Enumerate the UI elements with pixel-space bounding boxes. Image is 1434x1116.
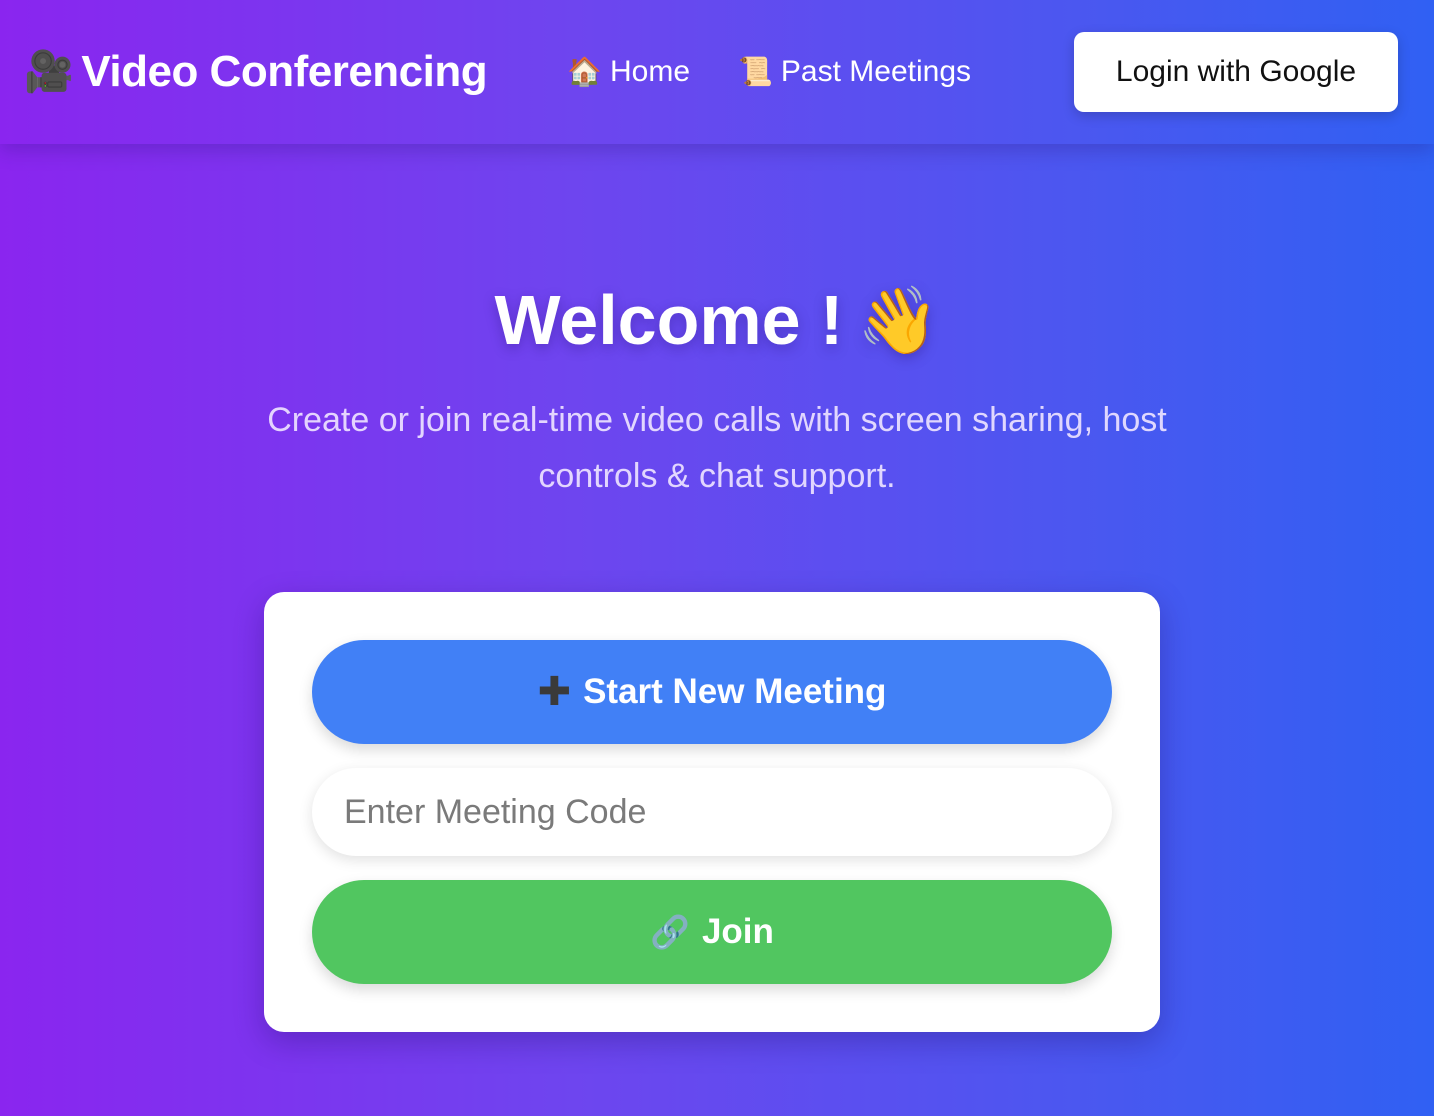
nav-link-home[interactable]: 🏠 Home: [567, 55, 690, 89]
login-with-google-button[interactable]: Login with Google: [1074, 32, 1398, 112]
waving-hand-icon: 👋: [857, 283, 940, 357]
top-navbar: 🎥 Video Conferencing 🏠 Home 📜 Past Meeti…: [0, 0, 1434, 144]
page-title: Welcome ! 👋: [495, 280, 940, 360]
link-icon: 🔗: [650, 914, 690, 950]
movie-camera-icon: 🎥: [24, 50, 74, 94]
brand-title: Video Conferencing: [81, 47, 488, 96]
scroll-icon: 📜: [738, 56, 773, 87]
hero-subtitle: Create or join real-time video calls wit…: [267, 401, 1167, 495]
start-new-meeting-label: Start New Meeting: [583, 672, 887, 711]
plus-icon: ✚: [537, 670, 572, 714]
house-icon: 🏠: [567, 56, 602, 87]
nav-link-past-meetings[interactable]: 📜 Past Meetings: [738, 55, 971, 89]
nav-links: 🏠 Home 📜 Past Meetings: [567, 55, 971, 89]
meeting-card: ✚ Start New Meeting 🔗 Join: [264, 592, 1160, 1032]
hero-section: Welcome ! 👋 Create or join real-time vid…: [0, 280, 1434, 504]
join-label: Join: [701, 912, 774, 951]
nav-link-past-meetings-label: Past Meetings: [780, 55, 971, 88]
start-new-meeting-button[interactable]: ✚ Start New Meeting: [312, 640, 1112, 744]
join-button[interactable]: 🔗 Join: [312, 880, 1112, 984]
nav-link-home-label: Home: [610, 55, 691, 88]
meeting-code-input[interactable]: [312, 768, 1112, 856]
welcome-heading: Welcome !: [494, 281, 844, 359]
brand[interactable]: 🎥 Video Conferencing: [24, 47, 488, 97]
